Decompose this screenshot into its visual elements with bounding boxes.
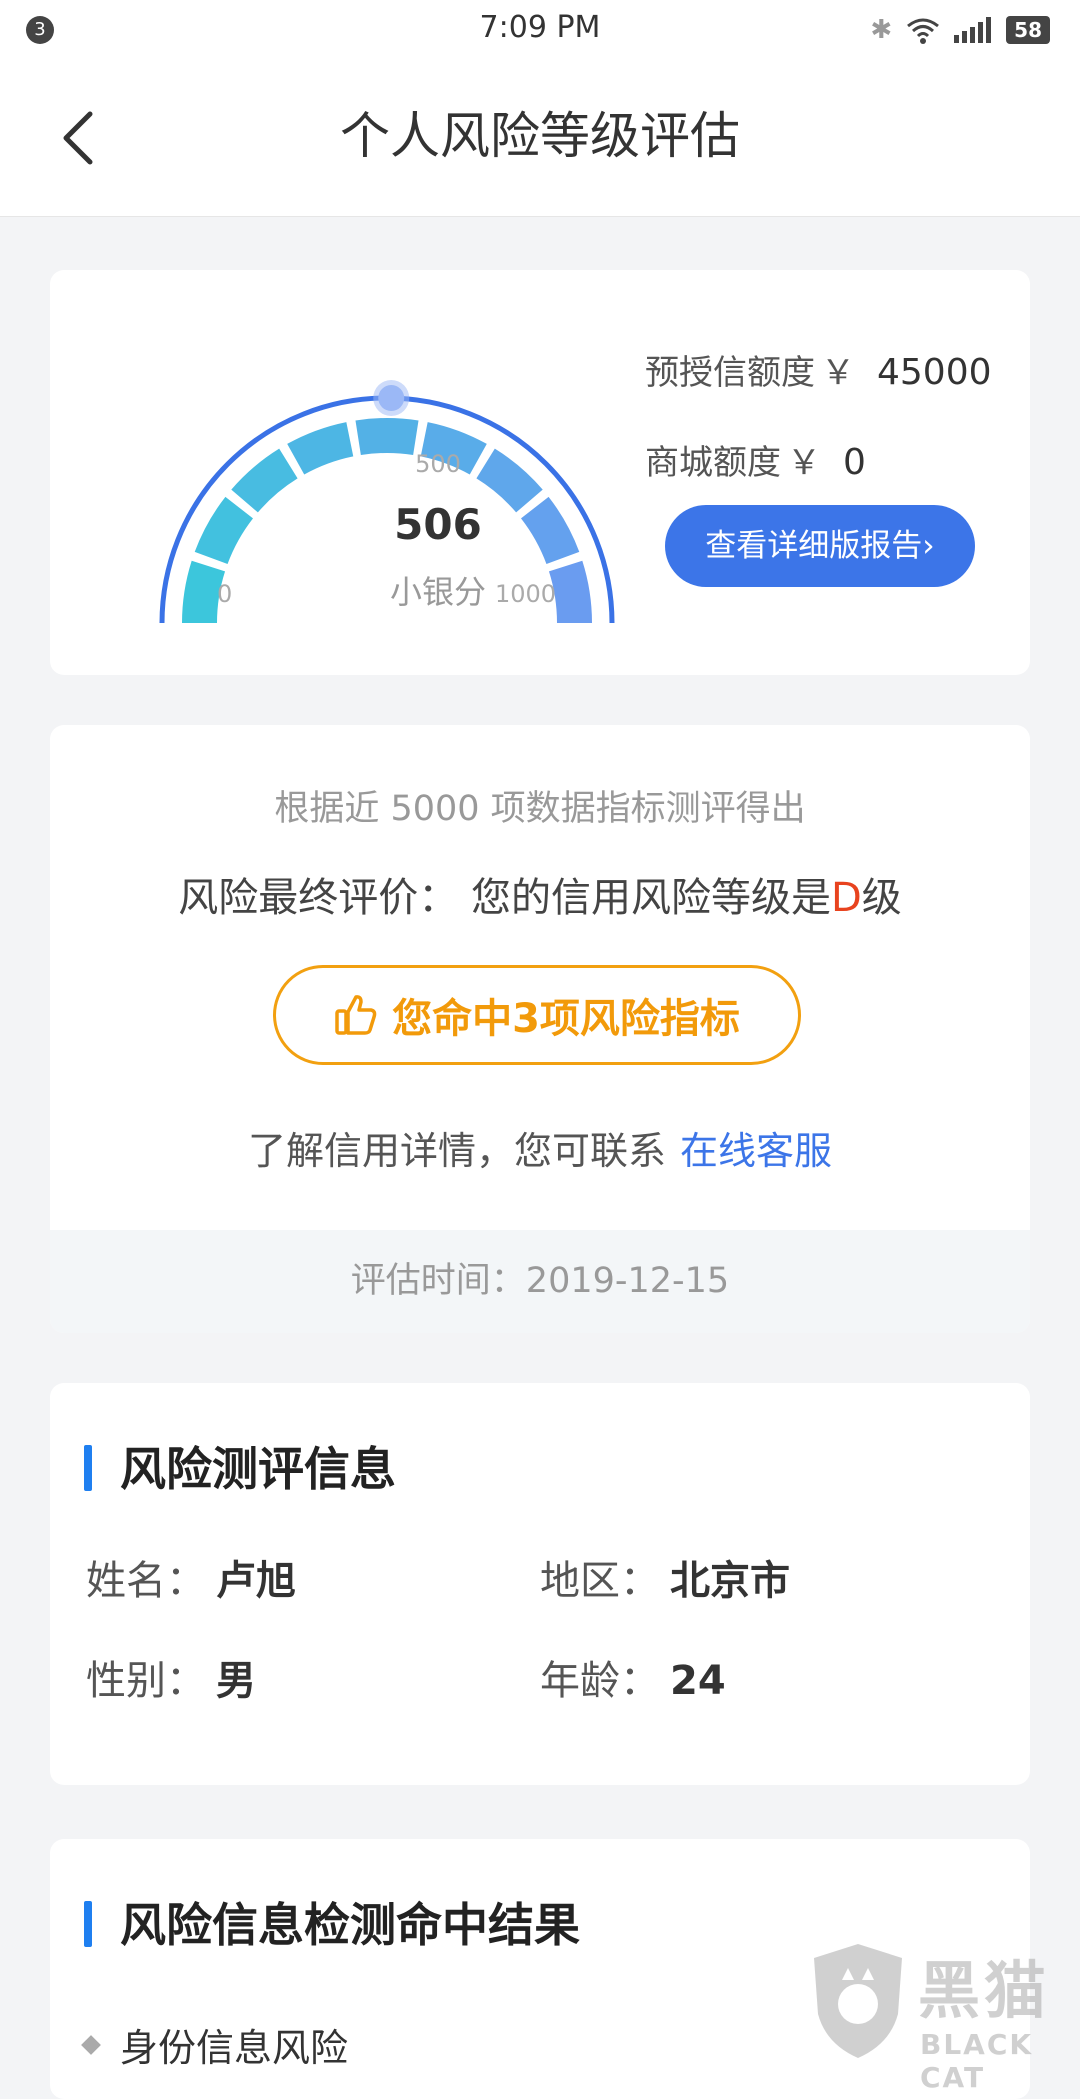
gauge-indicator-dot [373,380,410,417]
pre-credit-row: 预授信额度 ￥ 45000 [645,345,992,394]
report-button-label: 查看详细版报告 [705,528,923,564]
thumbs-up-icon [335,995,377,1035]
region-value: 北京市 [670,1558,790,1604]
online-service-link[interactable]: 在线客服 [680,1129,832,1173]
score-card: 500 506 小银分 0 1000 预授信额度 ￥ 45000 商城额度 ￥ 0 查看… [50,270,1030,675]
watermark-cn: 黑猫 [918,1954,1051,2027]
risk-indicators-button[interactable]: 您命中3项风险指标 [273,965,801,1065]
gender-label: 性别： [86,1658,206,1704]
gauge-segment [194,496,253,565]
view-detailed-report-button[interactable]: 查看详细版报告› [665,505,975,587]
name-value: 卢旭 [216,1558,296,1604]
risk-item[interactable]: 身份信息风险 [81,2017,349,2072]
pre-credit-currency: ￥ [821,353,855,393]
risk-grade: D [830,875,862,921]
age-value: 24 [670,1658,726,1704]
risk-indicators-label: 您命中3项风险指标 [392,996,740,1042]
gauge-segment [287,422,354,475]
gauge-tick-0: 0 [217,580,233,608]
signal-icon [954,17,992,43]
risk-grade-suffix: 级 [861,875,902,921]
mall-credit-label: 商城额度 [645,443,781,483]
bluetooth-icon: ✱ [870,15,893,45]
name-label: 姓名： [86,1558,206,1604]
mall-credit-currency: ￥ [787,443,821,483]
evaluation-subtitle: 根据近 5000 项数据指标测评得出 [274,789,806,829]
mall-credit-row: 商城额度 ￥ 0 [645,435,866,484]
final-evaluation-text: 您的信用风险等级是 [470,875,831,921]
risk-result-title: 风险信息检测命中结果 [120,1898,580,1952]
page-title: 个人风险等级评估 [340,107,740,165]
mall-credit-value: 0 [843,442,866,483]
watermark-en: BLACK CAT [920,2028,1034,2094]
watermark: 黑猫 BLACK CAT [808,1940,1080,2094]
status-bar: 3 7:09 PM ✱ 58 [0,0,1080,58]
evaluation-time-label: 评估时间： [350,1261,526,1301]
wifi-icon [907,18,940,44]
age-label: 年龄： [540,1658,660,1704]
gender-value: 男 [216,1658,256,1704]
cat-shield-logo [814,1944,902,2058]
contact-text: 了解信用详情，您可联系 [247,1129,666,1173]
risk-item-label: 身份信息风险 [120,2026,349,2070]
score-gauge: 500 506 小银分 0 1000 [100,320,620,650]
name-field: 姓名： 卢旭 [86,1548,296,1606]
gauge-segment [521,496,580,565]
pre-credit-label: 预授信额度 [645,353,815,393]
section-accent-bar [84,1445,92,1491]
evaluation-time: 评估时间：2019-12-15 [50,1230,1030,1333]
risk-info-card: 风险测评信息 姓名： 卢旭 地区： 北京市 性别：男 年龄： 24 [50,1383,1030,1785]
gauge-tick-1000: 1000 [495,580,557,608]
region-field: 地区： 北京市 [540,1548,790,1606]
diamond-bullet-icon [81,2034,101,2055]
chevron-right-icon: › [922,528,935,564]
nav-bar: 个人风险等级评估 [0,58,1080,217]
region-label: 地区： [540,1558,660,1604]
status-icons: ✱ 58 [870,14,1050,46]
contact-row: 了解信用详情，您可联系 在线客服 [50,1120,1030,1175]
final-evaluation-label: 风险最终评价： [178,875,459,921]
gauge-tick-500: 500 [415,450,461,478]
gender-field: 性别：男 [86,1648,256,1706]
battery-icon: 58 [1006,16,1050,44]
gauge-segment [231,448,298,513]
score-value: 506 [394,500,482,549]
pre-credit-value: 45000 [877,352,992,393]
evaluation-card: 根据近 5000 项数据指标测评得出 风险最终评价： 您的信用风险等级是D级 您… [50,725,1030,1333]
evaluation-time-value: 2019-12-15 [525,1261,730,1301]
risk-info-title: 风险测评信息 [120,1442,396,1496]
final-evaluation: 风险最终评价： 您的信用风险等级是D级 [50,865,1030,923]
age-field: 年龄： 24 [540,1648,726,1706]
section-accent-bar [84,1901,92,1947]
